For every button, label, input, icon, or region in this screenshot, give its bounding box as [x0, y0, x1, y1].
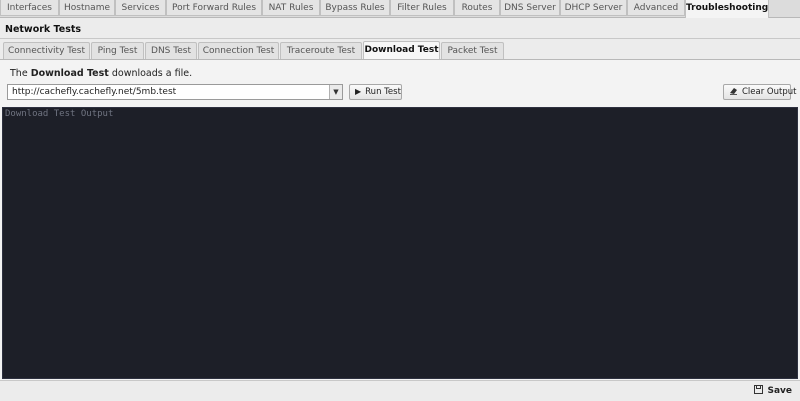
description-prefix: The: [10, 68, 31, 79]
subtab-traceroute-test[interactable]: Traceroute Test: [280, 42, 362, 59]
tab-dhcp-server[interactable]: DHCP Server: [560, 0, 627, 16]
chevron-down-icon[interactable]: ▼: [329, 85, 342, 99]
tab-advanced[interactable]: Advanced: [627, 0, 685, 16]
tab-port-forward-rules[interactable]: Port Forward Rules: [166, 0, 262, 16]
tab-dns-server[interactable]: DNS Server: [500, 0, 560, 16]
subtab-connection-test[interactable]: Connection Test: [198, 42, 279, 59]
tab-filter-rules[interactable]: Filter Rules: [390, 0, 454, 16]
output-placeholder: Download Test Output: [5, 109, 114, 119]
run-test-button[interactable]: ▶ Run Test: [349, 84, 402, 100]
floppy-disk-icon: [754, 385, 764, 394]
tab-interfaces[interactable]: Interfaces: [0, 0, 59, 16]
tab-hostname[interactable]: Hostname: [59, 0, 115, 16]
subtab-download-test[interactable]: Download Test: [363, 41, 440, 59]
tab-bypass-rules[interactable]: Bypass Rules: [320, 0, 390, 16]
subtab-connectivity-test[interactable]: Connectivity Test: [3, 42, 90, 59]
top-tab-bar: Interfaces Hostname Services Port Forwar…: [0, 0, 800, 18]
tab-services[interactable]: Services: [115, 0, 166, 16]
sub-tab-bar: Connectivity Test Ping Test DNS Test Con…: [0, 41, 800, 60]
subtab-packet-test[interactable]: Packet Test: [441, 42, 504, 59]
description-test-name: Download Test: [30, 68, 109, 79]
tab-troubleshooting[interactable]: Troubleshooting: [685, 0, 769, 18]
download-url-value: http://cachefly.cachefly.net/5mb.test: [12, 87, 177, 97]
download-test-panel: The Download Test downloads a file. http…: [0, 60, 800, 380]
clear-output-button[interactable]: Clear Output: [723, 84, 796, 100]
footer-bar: Save: [0, 380, 800, 401]
download-url-select[interactable]: http://cachefly.cachefly.net/5mb.test ▼: [7, 84, 343, 100]
eraser-icon: [729, 85, 738, 99]
run-test-label: Run Test: [365, 87, 401, 97]
save-label: Save: [767, 386, 792, 396]
download-test-output[interactable]: Download Test Output: [2, 107, 798, 379]
clear-output-label: Clear Output: [742, 87, 797, 97]
title-divider: [0, 38, 800, 39]
description-suffix: downloads a file.: [108, 68, 193, 79]
page-title: Network Tests: [5, 24, 82, 35]
subtab-dns-test[interactable]: DNS Test: [145, 42, 197, 59]
tab-routes[interactable]: Routes: [454, 0, 500, 16]
tab-nat-rules[interactable]: NAT Rules: [262, 0, 320, 16]
test-description: The Download Test downloads a file.: [10, 68, 192, 79]
play-icon: ▶: [355, 87, 362, 96]
save-button[interactable]: Save: [754, 385, 792, 396]
subtab-ping-test[interactable]: Ping Test: [91, 42, 144, 59]
